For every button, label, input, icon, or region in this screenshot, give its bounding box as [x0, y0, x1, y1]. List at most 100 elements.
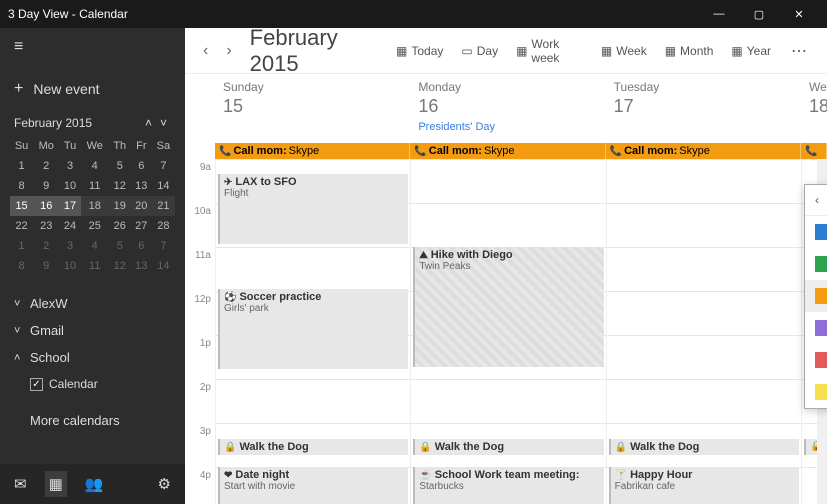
maximize-button[interactable]: ▢: [739, 8, 779, 21]
hour-cell[interactable]: [216, 247, 410, 291]
allday-event[interactable]: 📞Call mom: Skype: [410, 143, 605, 159]
mini-day[interactable]: 2: [33, 236, 59, 256]
mini-day[interactable]: 3: [59, 236, 80, 256]
hour-cell[interactable]: [411, 379, 605, 423]
category-item[interactable]: Blue Category: [805, 216, 827, 248]
category-item[interactable]: Orange Category: [805, 280, 827, 312]
mini-day[interactable]: 14: [152, 176, 175, 196]
calendar-event[interactable]: 🍸Happy HourFabrikan cafe: [609, 467, 799, 504]
mini-day[interactable]: 8: [10, 256, 33, 276]
view-year-button[interactable]: ▦Year: [725, 40, 777, 62]
mini-day[interactable]: 12: [109, 176, 131, 196]
mail-icon[interactable]: ✉: [10, 471, 31, 497]
calendar-event[interactable]: ❤Date nightStart with movie: [218, 467, 408, 504]
new-event-button[interactable]: + New event: [0, 66, 185, 116]
settings-icon[interactable]: ⚙: [154, 471, 175, 497]
mini-day[interactable]: 6: [131, 156, 152, 176]
sub-calendar-item[interactable]: ✓Calendar: [0, 371, 185, 397]
mini-day[interactable]: 27: [131, 216, 152, 236]
mini-day[interactable]: 3: [59, 156, 80, 176]
hour-cell[interactable]: [607, 291, 801, 335]
minimize-button[interactable]: —: [699, 8, 739, 20]
calendar-event[interactable]: 🔒Walk the Dog: [413, 439, 603, 455]
view-today-button[interactable]: ▦Today: [390, 40, 449, 62]
category-item[interactable]: Green Category: [805, 248, 827, 280]
mini-next-button[interactable]: ˅: [156, 116, 171, 130]
view-day-button[interactable]: ▭Day: [455, 40, 504, 62]
calendar-event[interactable]: ✈LAX to SFOFlight: [218, 174, 408, 244]
account-item[interactable]: ˄School: [0, 344, 185, 371]
allday-event[interactable]: 📞: [801, 143, 827, 159]
mini-day[interactable]: 13: [131, 256, 152, 276]
calendar-event[interactable]: ⛰Hike with DiegoTwin Peaks: [413, 247, 603, 367]
view-month-button[interactable]: ▦Month: [659, 40, 720, 62]
mini-day[interactable]: 18: [81, 196, 109, 216]
category-item[interactable]: Yellow Category: [805, 376, 827, 408]
mini-day[interactable]: 5: [109, 236, 131, 256]
calendar-icon[interactable]: ▦: [45, 471, 67, 497]
mini-day[interactable]: 10: [59, 176, 80, 196]
mini-day[interactable]: 13: [131, 176, 152, 196]
mini-day[interactable]: 19: [109, 196, 131, 216]
mini-day[interactable]: 28: [152, 216, 175, 236]
view-workweek-button[interactable]: ▦Work week: [510, 33, 589, 69]
mini-day[interactable]: 24: [59, 216, 80, 236]
mini-day[interactable]: 9: [33, 176, 59, 196]
mini-day[interactable]: 1: [10, 236, 33, 256]
mini-day[interactable]: 25: [81, 216, 109, 236]
popup-back-button[interactable]: ‹: [815, 193, 827, 207]
close-button[interactable]: ✕: [779, 8, 819, 21]
allday-event[interactable]: 📞Call mom: Skype: [606, 143, 801, 159]
mini-day[interactable]: 1: [10, 156, 33, 176]
mini-day[interactable]: 9: [33, 256, 59, 276]
hour-cell[interactable]: [607, 335, 801, 379]
mini-day[interactable]: 4: [81, 236, 109, 256]
mini-day[interactable]: 15: [10, 196, 33, 216]
mini-prev-button[interactable]: ˄: [141, 116, 156, 130]
mini-day[interactable]: 7: [152, 236, 175, 256]
mini-day[interactable]: 8: [10, 176, 33, 196]
mini-day[interactable]: 22: [10, 216, 33, 236]
checkbox-icon[interactable]: ✓: [30, 378, 43, 391]
hamburger-icon[interactable]: ≡: [0, 28, 185, 66]
hour-cell[interactable]: [607, 379, 801, 423]
more-button[interactable]: ⋯: [783, 37, 815, 65]
hour-cell[interactable]: [216, 379, 410, 423]
mini-day[interactable]: 21: [152, 196, 175, 216]
people-icon[interactable]: 👥: [81, 471, 108, 497]
category-item[interactable]: Purple Category: [805, 312, 827, 344]
allday-event[interactable]: 📞Call mom: Skype: [215, 143, 410, 159]
mini-day[interactable]: 26: [109, 216, 131, 236]
more-calendars-button[interactable]: More calendars: [0, 403, 185, 438]
view-week-button[interactable]: ▦Week: [595, 40, 653, 62]
hour-cell[interactable]: [607, 247, 801, 291]
mini-day[interactable]: 5: [109, 156, 131, 176]
mini-day[interactable]: 17: [59, 196, 80, 216]
mini-day[interactable]: 7: [152, 156, 175, 176]
mini-day[interactable]: 2: [33, 156, 59, 176]
mini-day[interactable]: 23: [33, 216, 59, 236]
mini-day[interactable]: 11: [81, 256, 109, 276]
category-item[interactable]: Red Category: [805, 344, 827, 376]
mini-day[interactable]: 6: [131, 236, 152, 256]
account-item[interactable]: ˅Gmail: [0, 317, 185, 344]
mini-day[interactable]: 10: [59, 256, 80, 276]
mini-day[interactable]: 14: [152, 256, 175, 276]
day-name: Monday: [418, 80, 597, 94]
mini-day[interactable]: 11: [81, 176, 109, 196]
next-range-button[interactable]: ›: [220, 38, 237, 64]
mini-day[interactable]: 20: [131, 196, 152, 216]
prev-range-button[interactable]: ‹: [197, 38, 214, 64]
calendar-event[interactable]: ⚽Soccer practiceGirls' park: [218, 289, 408, 369]
mini-day[interactable]: 12: [109, 256, 131, 276]
account-item[interactable]: ˅AlexW: [0, 290, 185, 317]
calendar-event[interactable]: 🔒Walk the Dog: [609, 439, 799, 455]
hour-cell[interactable]: [607, 159, 801, 203]
calendar-event[interactable]: ☕School Work team meeting:Starbucks: [413, 467, 603, 504]
hour-cell[interactable]: [411, 203, 605, 247]
mini-day[interactable]: 16: [33, 196, 59, 216]
mini-day[interactable]: 4: [81, 156, 109, 176]
calendar-event[interactable]: 🔒Walk the Dog: [218, 439, 408, 455]
hour-cell[interactable]: [411, 159, 605, 203]
hour-cell[interactable]: [607, 203, 801, 247]
